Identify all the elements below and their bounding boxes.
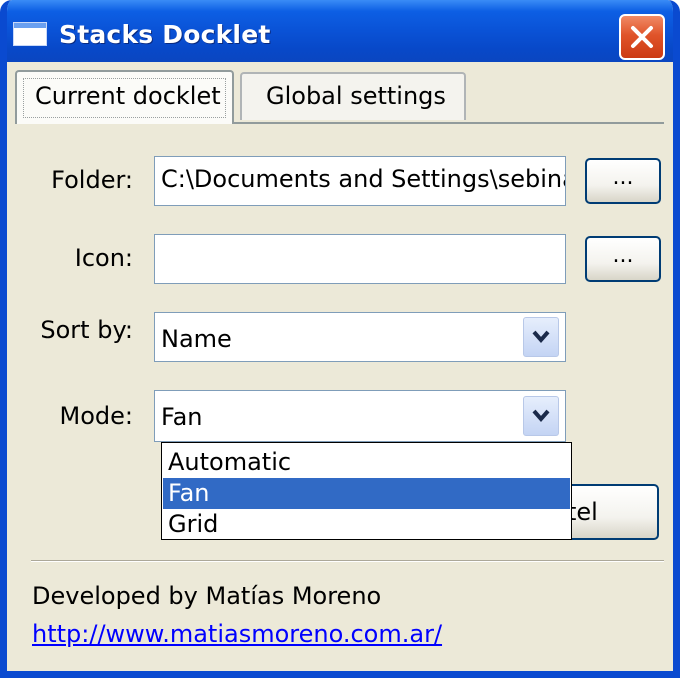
folder-label: Folder: [51, 166, 133, 194]
close-icon [631, 26, 653, 48]
developer-website-link[interactable]: http://www.matiasmoreno.com.ar/ [32, 620, 442, 648]
chevron-down-icon [532, 330, 550, 344]
close-button[interactable] [619, 14, 665, 60]
folder-input[interactable]: C:\Documents and Settings\sebina [154, 156, 566, 206]
stacks-docklet-window: Stacks Docklet Global settings Current d… [0, 0, 680, 678]
chevron-down-icon [532, 409, 550, 423]
icon-browse-button[interactable]: ... [585, 236, 661, 282]
sort-by-dropdown-button[interactable] [523, 317, 559, 357]
mode-option-automatic[interactable]: Automatic [163, 447, 570, 478]
sort-by-label: Sort by: [40, 316, 133, 344]
tab-global-settings[interactable]: Global settings [240, 72, 466, 120]
mode-select[interactable]: Fan [154, 390, 566, 442]
mode-dropdown-list: Automatic Fan Grid [161, 442, 572, 540]
mode-dropdown-button[interactable] [523, 396, 559, 436]
mode-option-grid[interactable]: Grid [163, 509, 570, 540]
tab-global-settings-label: Global settings [266, 82, 446, 110]
focus-rect [23, 78, 226, 118]
developer-credit: Developed by Matías Moreno [32, 582, 382, 610]
tab-current-docklet[interactable]: Current docklet [15, 70, 234, 124]
mode-value: Fan [161, 403, 203, 431]
icon-label: Icon: [74, 244, 133, 272]
separator [31, 560, 664, 562]
sort-by-value: Name [161, 325, 232, 353]
window-icon [13, 22, 47, 46]
mode-option-fan[interactable]: Fan [163, 478, 570, 509]
sort-by-select[interactable]: Name [154, 312, 566, 362]
mode-label: Mode: [59, 402, 133, 430]
folder-browse-button[interactable]: ... [585, 158, 661, 204]
title-bar[interactable]: Stacks Docklet [7, 0, 673, 62]
window-title: Stacks Docklet [59, 20, 271, 49]
icon-input[interactable] [154, 234, 566, 284]
